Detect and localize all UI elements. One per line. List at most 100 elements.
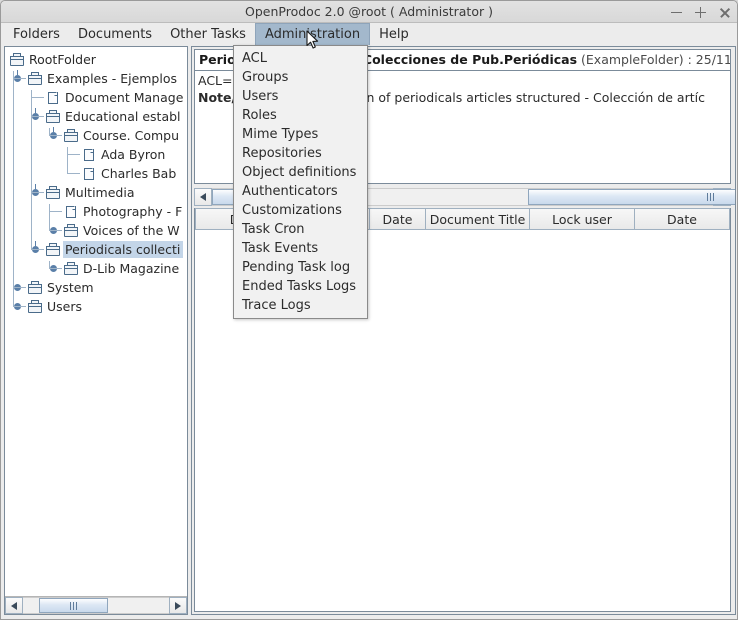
tree-node-label: Periodicals collecti: [63, 241, 184, 258]
folder-icon: [27, 300, 43, 314]
main-scroll-thumb-secondary[interactable]: [527, 189, 735, 205]
document-note-value: Collection of periodicals articles struc…: [312, 90, 705, 105]
folder-icon: [63, 224, 79, 238]
tree-scroll-track[interactable]: [23, 597, 169, 614]
menu-item-users[interactable]: Users: [234, 87, 367, 106]
arrow-right-icon: [175, 601, 181, 610]
menu-help[interactable]: Help: [370, 23, 418, 45]
tree-connector-line: [13, 71, 14, 307]
document-icon: [81, 148, 97, 162]
tree-node-label: Examples - Ejemplos: [47, 71, 178, 86]
folder-icon: [9, 53, 25, 67]
tree-node[interactable]: Users: [5, 297, 187, 316]
application-window: OpenProdoc 2.0 @root ( Administrator ) F…: [0, 0, 738, 620]
tree-node-label: Educational establ: [65, 109, 181, 124]
tree-connector-line: [49, 204, 50, 231]
folder-tree-panel: RootFolder Examples - Ejemplos Document Ma…: [4, 46, 188, 615]
column-header-document-title[interactable]: Document Title: [426, 208, 530, 230]
document-icon: [63, 205, 79, 219]
menu-item-object-definitions[interactable]: Object definitions: [234, 163, 367, 182]
menu-other-tasks[interactable]: Other Tasks: [161, 23, 255, 45]
tree-connector-line: [13, 287, 26, 288]
tree-node[interactable]: Voices of the W: [5, 221, 187, 240]
tree-node-label: Users: [47, 299, 83, 314]
tree-connector-line: [67, 173, 80, 174]
column-header-date[interactable]: Date: [635, 208, 730, 230]
menu-item-task-events[interactable]: Task Events: [234, 239, 367, 258]
window-controls: [670, 1, 731, 23]
administration-dropdown-menu: ACL Groups Users Roles Mime Types Repositorie…: [233, 45, 368, 319]
document-icon: [45, 91, 61, 105]
minimize-button[interactable]: [670, 6, 683, 19]
menu-item-mime-types[interactable]: Mime Types: [234, 125, 367, 144]
tree-node[interactable]: RootFolder: [5, 50, 187, 69]
tree-node[interactable]: Course. Compu: [5, 126, 187, 145]
tree-node-label: Voices of the W: [83, 223, 180, 238]
menu-folders[interactable]: Folders: [4, 23, 69, 45]
arrow-left-icon: [200, 193, 206, 201]
main-content-area: RootFolder Examples - Ejemplos Document Ma…: [4, 46, 736, 618]
grip-icon: [706, 193, 714, 201]
folder-icon: [63, 262, 79, 276]
tree-node[interactable]: Examples - Ejemplos: [5, 69, 187, 88]
folder-icon: [63, 129, 79, 143]
title-bar: OpenProdoc 2.0 @root ( Administrator ): [1, 1, 737, 23]
column-header-date[interactable]: Date: [370, 208, 426, 230]
tree-node-label: System: [47, 280, 94, 295]
folder-icon: [27, 281, 43, 295]
tree-node-label: Multimedia: [65, 185, 135, 200]
tree-connector-line: [31, 90, 32, 250]
grip-icon: [69, 601, 77, 610]
menu-item-pending-task-log[interactable]: Pending Task log: [234, 258, 367, 277]
folder-icon: [27, 72, 43, 86]
tree-node[interactable]: Charles Bab: [5, 164, 187, 183]
tree-node[interactable]: Ada Byron: [5, 145, 187, 164]
tree-node[interactable]: System: [5, 278, 187, 297]
main-scroll-left-button[interactable]: [194, 188, 212, 206]
menu-bar: Folders Documents Other Tasks Administra…: [1, 23, 737, 46]
close-button[interactable]: [718, 6, 731, 19]
tree-node-label: Ada Byron: [101, 147, 166, 162]
tree-node[interactable]: Photography - F: [5, 202, 187, 221]
folder-icon: [45, 243, 61, 257]
folder-icon: [45, 110, 61, 124]
tree-horizontal-scrollbar[interactable]: [5, 596, 187, 614]
column-header-lock-user[interactable]: Lock user: [530, 208, 635, 230]
menu-item-groups[interactable]: Groups: [234, 68, 367, 87]
tree-scroll-left-button[interactable]: [5, 597, 23, 614]
tree-connector-line: [67, 147, 68, 174]
folder-icon: [45, 186, 61, 200]
tree-node[interactable]: D-Lib Magazine: [5, 259, 187, 278]
tree-node-label: Course. Compu: [83, 128, 179, 143]
tree-connector-line: [49, 135, 62, 136]
menu-documents[interactable]: Documents: [69, 23, 161, 45]
tree-scroll-right-button[interactable]: [169, 597, 187, 614]
document-header-meta: (ExampleFolder) : 25/11/: [577, 52, 731, 67]
menu-administration[interactable]: Administration: [254, 23, 371, 45]
menu-item-trace-logs[interactable]: Trace Logs: [234, 296, 367, 315]
menu-item-task-cron[interactable]: Task Cron: [234, 220, 367, 239]
tree-connector-line: [67, 154, 80, 155]
tree-node-label: RootFolder: [29, 52, 96, 67]
tree-content: RootFolder Examples - Ejemplos Document Ma…: [5, 47, 187, 316]
tree-connector-line: [31, 192, 44, 193]
menu-item-repositories[interactable]: Repositories: [234, 144, 367, 163]
menu-item-ended-tasks-logs[interactable]: Ended Tasks Logs: [234, 277, 367, 296]
tree-node-label: Charles Bab: [101, 166, 177, 181]
tree-scroll-thumb[interactable]: [39, 598, 108, 613]
menu-item-customizations[interactable]: Customizations: [234, 201, 367, 220]
arrow-left-icon: [11, 601, 17, 610]
tree-scroll-viewport[interactable]: RootFolder Examples - Ejemplos Document Ma…: [5, 47, 187, 595]
tree-connector-line: [13, 306, 26, 307]
window-title: OpenProdoc 2.0 @root ( Administrator ): [245, 4, 493, 19]
tree-connector-line: [49, 230, 62, 231]
menu-item-roles[interactable]: Roles: [234, 106, 367, 125]
menu-item-authenticators[interactable]: Authenticators: [234, 182, 367, 201]
menu-item-acl[interactable]: ACL: [234, 49, 367, 68]
tree-connector-line: [31, 97, 44, 98]
tree-node-label: Photography - F: [83, 204, 183, 219]
tree-connector-line: [31, 249, 44, 250]
maximize-button[interactable]: [694, 6, 707, 19]
tree-connector-line: [49, 211, 62, 212]
tree-connector-line: [31, 116, 44, 117]
